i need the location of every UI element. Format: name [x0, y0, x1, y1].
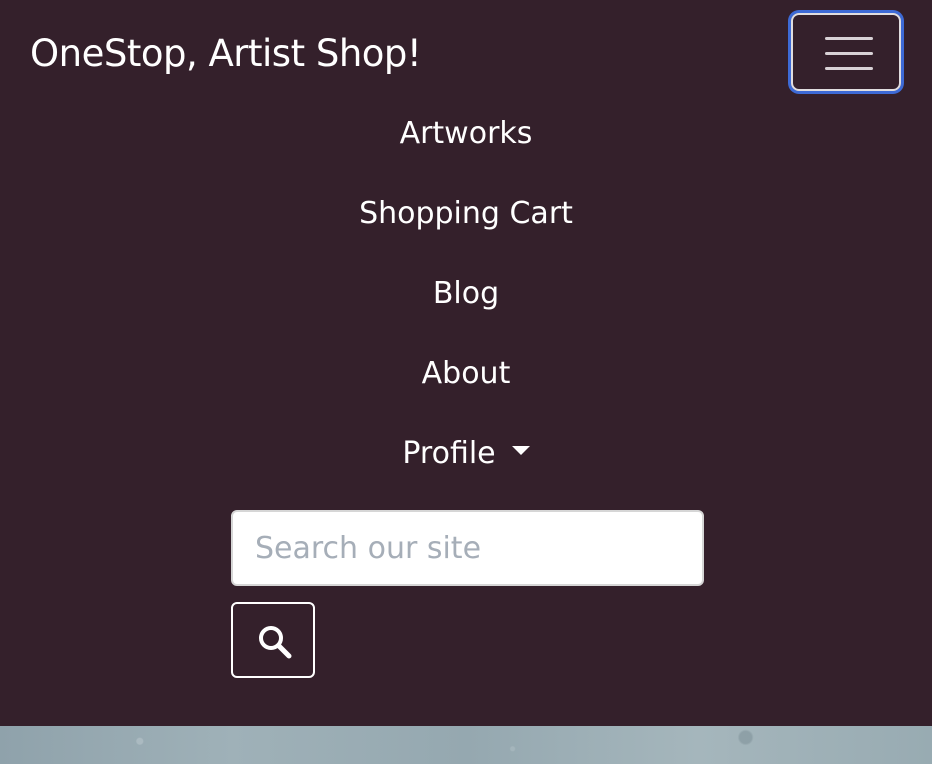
nav-link-shopping-cart[interactable]: Shopping Cart: [0, 190, 932, 238]
nav-link-blog[interactable]: Blog: [0, 270, 932, 318]
search-button[interactable]: [231, 602, 315, 678]
nav-link-profile-dropdown[interactable]: Profile: [0, 430, 932, 478]
nav-link-about[interactable]: About: [0, 350, 932, 398]
navbar: OneStop, Artist Shop! Artworks Shopping …: [0, 0, 932, 726]
search-icon: [259, 626, 292, 659]
brand-title[interactable]: OneStop, Artist Shop!: [30, 30, 422, 78]
search-input[interactable]: [231, 510, 704, 586]
caret-down-icon: [511, 446, 530, 455]
hero-image: [0, 726, 932, 764]
navbar-toggler-button[interactable]: [791, 13, 901, 91]
nav-link-artworks[interactable]: Artworks: [0, 110, 932, 158]
profile-label: Profile: [402, 436, 496, 471]
